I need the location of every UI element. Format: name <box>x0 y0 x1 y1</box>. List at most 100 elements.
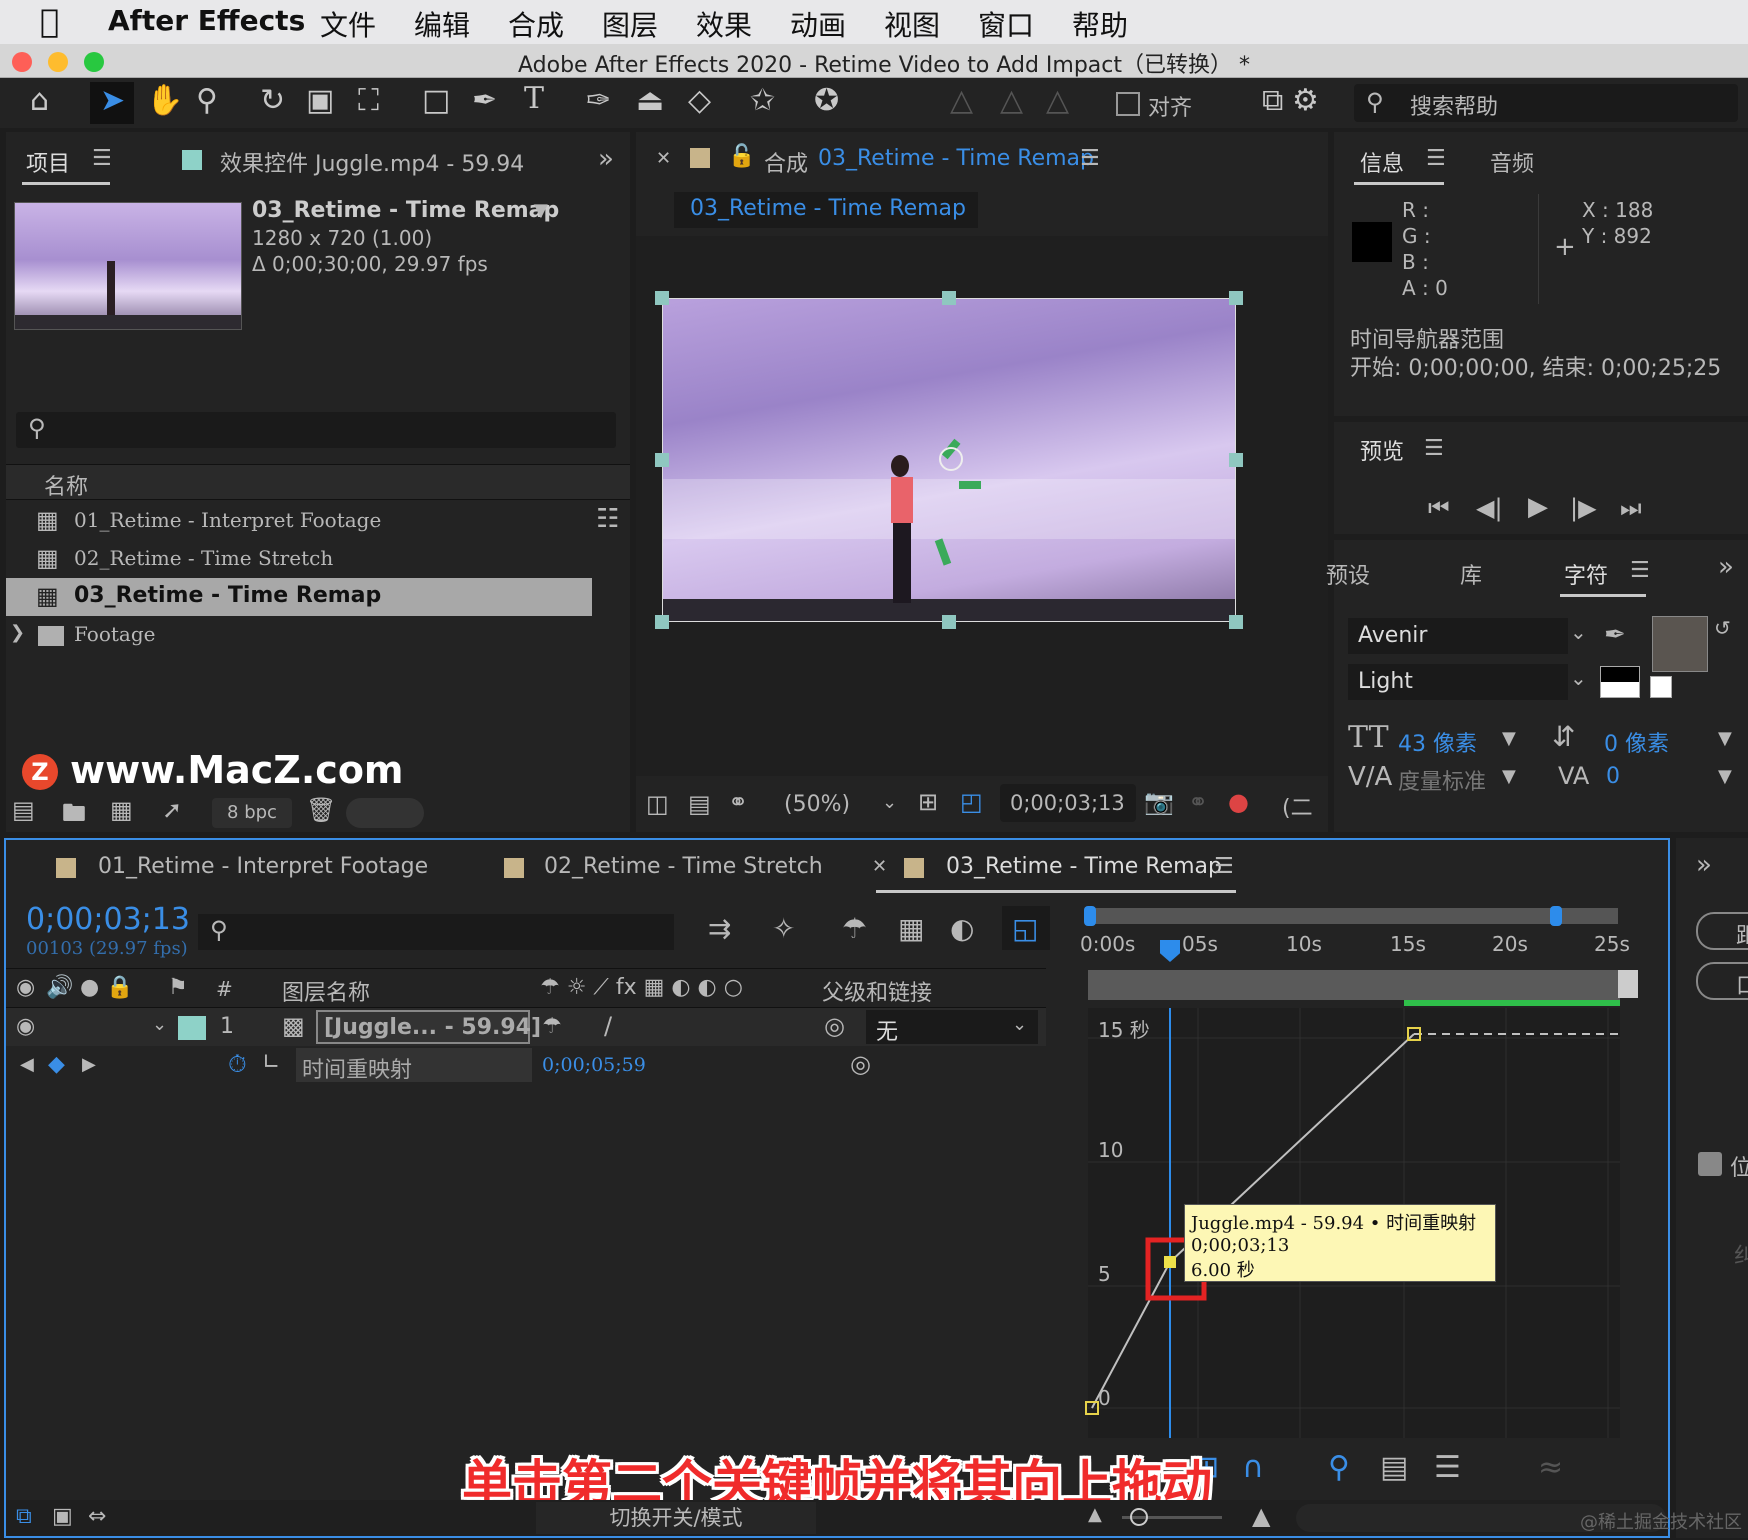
project-list-item-selected[interactable]: ▦ 03_Retime - Time Remap <box>6 578 592 616</box>
transform-handle[interactable] <box>1229 453 1243 467</box>
tracking-value[interactable]: 0 <box>1606 764 1620 789</box>
preview-menu-icon[interactable]: ☰ <box>1424 436 1444 461</box>
help-search-box[interactable]: ⚲ 搜索帮助 <box>1354 84 1738 122</box>
shy-switch-icon[interactable]: ☂ <box>542 1014 562 1039</box>
current-time-head[interactable] <box>1160 940 1180 962</box>
layer-visibility-icon[interactable]: ◉ <box>16 1014 35 1039</box>
channel-icon[interactable]: ● <box>1228 788 1249 816</box>
brush-tool-icon[interactable]: ✑ <box>586 86 611 116</box>
layer-row[interactable]: ◉ ⌄ 1 ▩ [Juggle... - 59.94] ☂ ∕ ◎ 无 ⌄ <box>6 1008 1046 1046</box>
comp-mini-flowchart-icon[interactable]: ⇉ <box>708 912 731 945</box>
snapping-icon[interactable]: ⧉ <box>1262 86 1283 116</box>
menu-layer[interactable]: 图层 <box>602 4 658 44</box>
timeline-tab-01[interactable]: 01_Retime - Interpret Footage <box>98 854 428 879</box>
timeline-search-input[interactable]: ⚲ <box>198 914 674 950</box>
font-family-select[interactable]: Avenir <box>1348 618 1568 654</box>
close-timeline-tab-icon[interactable]: ✕ <box>872 856 887 877</box>
new-comp-icon[interactable]: ▦ <box>110 796 133 824</box>
fill-color-swatch[interactable] <box>1652 616 1708 672</box>
comp-name-dropdown-icon[interactable]: ▼ <box>534 200 548 221</box>
zoom-window-button[interactable] <box>84 52 104 72</box>
menu-composition[interactable]: 合成 <box>508 4 564 44</box>
camera-tool-icon[interactable]: ▣ <box>306 86 334 116</box>
prev-keyframe-icon[interactable]: ◀ <box>20 1054 34 1075</box>
align-checkbox[interactable] <box>1116 92 1140 116</box>
menu-app-name[interactable]: After Effects <box>108 4 305 37</box>
roto-brush-tool-icon[interactable]: ✩ <box>750 86 775 116</box>
menu-file[interactable]: 文件 <box>320 4 376 44</box>
menu-edit[interactable]: 编辑 <box>414 4 470 44</box>
minimize-window-button[interactable] <box>48 52 68 72</box>
timeline-tab-02[interactable]: 02_Retime - Time Stretch <box>544 854 823 879</box>
zoom-level[interactable]: (50%) <box>784 792 850 817</box>
tab-audio[interactable]: 音频 <box>1490 146 1534 178</box>
selection-tool-icon[interactable]: ➤ <box>100 86 125 116</box>
layer-switches-icon[interactable]: ⧉ <box>16 1504 32 1529</box>
work-area-end-handle[interactable] <box>1550 906 1562 926</box>
last-frame-icon[interactable]: ⏭ <box>1620 494 1642 522</box>
info-menu-icon[interactable]: ☰ <box>1426 146 1446 171</box>
project-menu-icon[interactable]: ☰ <box>92 146 112 171</box>
rectangle-tool-icon[interactable]: □ <box>422 86 450 116</box>
character-menu-icon[interactable]: ☰ <box>1630 558 1650 583</box>
menu-help[interactable]: 帮助 <box>1072 4 1128 44</box>
axis-world-icon[interactable]: △ <box>1000 86 1023 116</box>
lock-icon[interactable]: 🔓 <box>728 144 755 169</box>
timeline-menu-icon[interactable]: ☰ <box>1214 854 1234 879</box>
no-stroke-swatch[interactable] <box>1650 676 1672 698</box>
comp-subtab[interactable]: 03_Retime - Time Remap <box>674 192 978 228</box>
timeline-tab-03[interactable]: 03_Retime - Time Remap <box>946 854 1222 879</box>
rotate-tool-icon[interactable]: ↻ <box>260 86 285 116</box>
trash-icon[interactable]: 🗑 <box>306 796 336 824</box>
bpc-button[interactable]: 8 bpc <box>212 798 292 828</box>
snapshot-icon[interactable]: 📷 <box>1144 788 1174 816</box>
swap-colors-icon[interactable]: ↺ <box>1714 616 1731 640</box>
eraser-tool-icon[interactable]: ◇ <box>688 86 711 116</box>
menu-effect[interactable]: 效果 <box>696 4 752 44</box>
tab-composition-name[interactable]: 03_Retime - Time Remap <box>818 146 1094 171</box>
pick-whip-icon[interactable]: ◎ <box>824 1012 845 1040</box>
zoom-tool-icon[interactable]: ⚲ <box>196 86 218 116</box>
toggle-switches-button[interactable]: 切换开关/模式 <box>536 1502 816 1534</box>
video-frame[interactable] <box>662 298 1236 622</box>
shy-layers-icon[interactable]: ☂ <box>842 912 867 945</box>
layer-label-color[interactable] <box>178 1016 206 1040</box>
graph-include-icon[interactable]: ∟ <box>262 1050 280 1075</box>
axis-view-icon[interactable]: △ <box>1046 86 1069 116</box>
play-icon[interactable]: ▶ <box>1528 492 1548 522</box>
leading-dropdown-icon[interactable]: ▼ <box>1718 728 1732 749</box>
type-tool-icon[interactable]: T <box>524 84 544 114</box>
project-list-item[interactable]: ❯ Footage <box>6 616 606 654</box>
folder-expand-icon[interactable]: ❯ <box>10 622 25 643</box>
grid-guides-icon[interactable]: ⊞ <box>918 788 938 816</box>
expand-right-icon[interactable]: » <box>1696 850 1712 880</box>
project-list-item[interactable]: ▦ 01_Retime - Interpret Footage <box>6 502 606 540</box>
monitor-icon[interactable]: ▤ <box>688 790 711 818</box>
transform-handle[interactable] <box>942 291 956 305</box>
project-list-item[interactable]: ▦ 02_Retime - Time Stretch <box>6 540 606 578</box>
work-area-start-handle[interactable] <box>1084 906 1096 926</box>
pan-behind-tool-icon[interactable]: ⛶ <box>358 86 379 116</box>
zoom-out-icon[interactable]: ▲ <box>1088 1504 1102 1525</box>
quality-switch-icon[interactable]: ∕ <box>604 1012 612 1040</box>
keyframe-diamond-icon[interactable]: ◆ <box>48 1052 65 1077</box>
easy-ease-icon[interactable]: ≈ <box>1538 1450 1563 1485</box>
draft-3d-icon[interactable]: ✧ <box>772 912 795 945</box>
menu-window[interactable]: 窗口 <box>978 4 1034 44</box>
black-white-swatch[interactable] <box>1600 666 1640 698</box>
clone-stamp-tool-icon[interactable]: ⏏ <box>636 86 664 116</box>
leading-value[interactable]: 0 像素 <box>1604 726 1669 758</box>
property-name-box[interactable]: 时间重映射 <box>296 1048 532 1083</box>
hand-tool-icon[interactable]: ✋ <box>146 86 183 116</box>
motion-blur-icon[interactable]: ◐ <box>950 912 974 945</box>
zoom-dropdown-icon[interactable]: ⌄ <box>882 792 897 813</box>
layer-duration-bar[interactable] <box>1404 1000 1620 1006</box>
graph-editor-icon[interactable]: ◱ <box>1012 912 1038 945</box>
fit-view-icon[interactable]: ⚲ <box>1328 1450 1350 1485</box>
anchor-point-icon[interactable] <box>939 447 963 471</box>
column-name-label[interactable]: 名称 <box>44 469 88 501</box>
menu-animation[interactable]: 动画 <box>790 4 846 44</box>
region-of-interest-icon[interactable]: ◰ <box>960 788 983 816</box>
graph-magnet-icon[interactable]: ∩ <box>1242 1450 1264 1485</box>
timeline-current-time[interactable]: 0;00;03;13 <box>26 902 190 937</box>
